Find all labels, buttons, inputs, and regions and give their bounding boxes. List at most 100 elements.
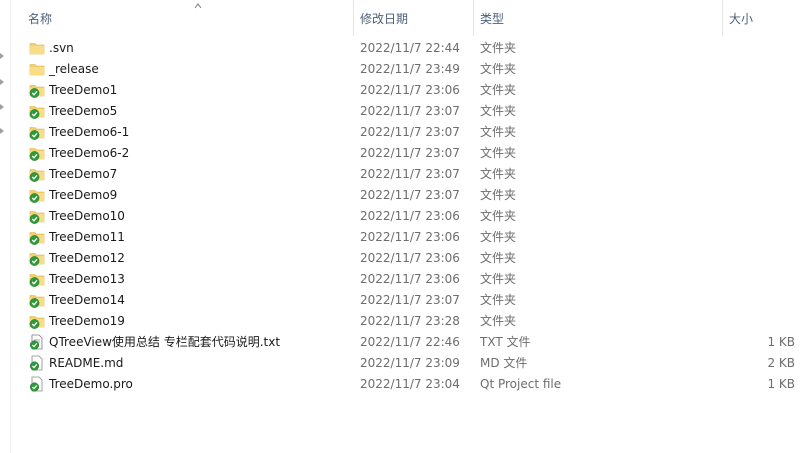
file-name: TreeDemo10	[49, 209, 125, 223]
file-type: Qt Project file	[480, 377, 562, 391]
svn-folder-icon	[29, 124, 45, 140]
file-type: 文件夹	[480, 272, 517, 286]
file-type: 文件夹	[480, 104, 517, 118]
file-type: 文件夹	[480, 41, 517, 55]
file-modified-date: 2022/11/7 23:07	[360, 104, 460, 118]
file-type: 文件夹	[480, 230, 517, 244]
file-row[interactable]: TreeDemo5 2022/11/7 23:07 文件夹	[11, 101, 812, 122]
file-modified-date: 2022/11/7 23:28	[360, 314, 460, 328]
file-modified-date: 2022/11/7 23:07	[360, 293, 460, 307]
file-row[interactable]: TreeDemo7 2022/11/7 23:07 文件夹	[11, 164, 812, 185]
svn-folder-icon	[29, 166, 45, 182]
column-header-bar: 名称 修改日期 类型 大小	[11, 0, 812, 36]
file-row[interactable]: TreeDemo10 2022/11/7 23:06 文件夹	[11, 206, 812, 227]
file-name: TreeDemo11	[49, 230, 125, 244]
file-modified-date: 2022/11/7 23:06	[360, 209, 460, 223]
svn-folder-icon	[29, 229, 45, 245]
file-row[interactable]: .svn 2022/11/7 22:44 文件夹	[11, 38, 812, 59]
file-row[interactable]: TreeDemo19 2022/11/7 23:28 文件夹	[11, 311, 812, 332]
file-name: _release	[49, 62, 99, 76]
file-type: 文件夹	[480, 146, 517, 160]
file-size: 1 KB	[767, 377, 795, 391]
text-file-icon	[29, 334, 45, 350]
file-row[interactable]: TreeDemo14 2022/11/7 23:07 文件夹	[11, 290, 812, 311]
svn-folder-icon	[29, 292, 45, 308]
file-modified-date: 2022/11/7 23:07	[360, 146, 460, 160]
file-modified-date: 2022/11/7 23:06	[360, 230, 460, 244]
file-row[interactable]: TreeDemo9 2022/11/7 23:07 文件夹	[11, 185, 812, 206]
file-modified-date: 2022/11/7 23:09	[360, 356, 460, 370]
column-divider[interactable]	[722, 0, 723, 36]
svn-folder-icon	[29, 250, 45, 266]
file-name: QTreeView使用总结 专栏配套代码说明.txt	[49, 335, 281, 349]
file-name: TreeDemo9	[49, 188, 118, 202]
column-header-date[interactable]: 修改日期	[360, 0, 470, 36]
folder-icon	[29, 40, 45, 56]
folder-icon	[29, 61, 45, 77]
file-type: 文件夹	[480, 83, 517, 97]
expand-arrow-icon[interactable]	[0, 128, 4, 134]
file-modified-date: 2022/11/7 23:06	[360, 83, 460, 97]
file-name: TreeDemo1	[49, 83, 118, 97]
file-size: 1 KB	[767, 335, 795, 349]
file-type: TXT 文件	[480, 335, 531, 349]
file-row[interactable]: TreeDemo6-1 2022/11/7 23:07 文件夹	[11, 122, 812, 143]
file-row[interactable]: TreeDemo11 2022/11/7 23:06 文件夹	[11, 227, 812, 248]
file-row[interactable]: QTreeView使用总结 专栏配套代码说明.txt 2022/11/7 22:4…	[11, 332, 812, 353]
qt-project-file-icon	[29, 376, 45, 392]
file-type: MD 文件	[480, 356, 528, 370]
column-header-type[interactable]: 类型	[480, 0, 720, 36]
expand-arrow-icon[interactable]	[0, 53, 4, 59]
file-type: 文件夹	[480, 209, 517, 223]
file-name: TreeDemo19	[49, 314, 125, 328]
column-divider[interactable]	[473, 0, 474, 36]
file-modified-date: 2022/11/7 23:06	[360, 251, 460, 265]
markdown-file-icon	[29, 355, 45, 371]
file-row[interactable]: TreeDemo12 2022/11/7 23:06 文件夹	[11, 248, 812, 269]
expand-arrow-icon[interactable]	[0, 79, 4, 85]
svn-folder-icon	[29, 208, 45, 224]
file-name: TreeDemo14	[49, 293, 125, 307]
file-row[interactable]: _release 2022/11/7 23:49 文件夹	[11, 59, 812, 80]
file-name: TreeDemo12	[49, 251, 125, 265]
column-header-size[interactable]: 大小	[729, 0, 809, 36]
file-modified-date: 2022/11/7 23:06	[360, 272, 460, 286]
file-type: 文件夹	[480, 188, 517, 202]
file-type: 文件夹	[480, 314, 517, 328]
file-modified-date: 2022/11/7 23:04	[360, 377, 460, 391]
file-name: README.md	[49, 356, 124, 370]
file-type: 文件夹	[480, 62, 517, 76]
file-name: .svn	[49, 41, 74, 55]
file-name: TreeDemo13	[49, 272, 125, 286]
file-name: TreeDemo7	[49, 167, 118, 181]
file-type: 文件夹	[480, 167, 517, 181]
expand-arrow-icon[interactable]	[0, 104, 4, 110]
file-type: 文件夹	[480, 293, 517, 307]
file-modified-date: 2022/11/7 23:07	[360, 125, 460, 139]
file-type: 文件夹	[480, 125, 517, 139]
file-modified-date: 2022/11/7 22:44	[360, 41, 460, 55]
svn-folder-icon	[29, 187, 45, 203]
file-name: TreeDemo5	[49, 104, 118, 118]
svn-folder-icon	[29, 82, 45, 98]
column-divider[interactable]	[353, 0, 354, 36]
file-name: TreeDemo.pro	[49, 377, 133, 391]
svn-folder-icon	[29, 313, 45, 329]
file-name: TreeDemo6-2	[49, 146, 130, 160]
file-row[interactable]: TreeDemo13 2022/11/7 23:06 文件夹	[11, 269, 812, 290]
column-header-name[interactable]: 名称	[28, 0, 348, 36]
svn-folder-icon	[29, 271, 45, 287]
file-type: 文件夹	[480, 251, 517, 265]
svn-folder-icon	[29, 103, 45, 119]
file-modified-date: 2022/11/7 22:46	[360, 335, 460, 349]
file-size: 2 KB	[767, 356, 795, 370]
file-row[interactable]: TreeDemo1 2022/11/7 23:06 文件夹	[11, 80, 812, 101]
file-modified-date: 2022/11/7 23:07	[360, 167, 460, 181]
file-modified-date: 2022/11/7 23:07	[360, 188, 460, 202]
svn-folder-icon	[29, 145, 45, 161]
file-row[interactable]: TreeDemo.pro 2022/11/7 23:04 Qt Project fi…	[11, 374, 812, 395]
file-row[interactable]: README.md 2022/11/7 23:09 MD 文件 2 KB	[11, 353, 812, 374]
file-row[interactable]: TreeDemo6-2 2022/11/7 23:07 文件夹	[11, 143, 812, 164]
file-modified-date: 2022/11/7 23:49	[360, 62, 460, 76]
file-name: TreeDemo6-1	[49, 125, 130, 139]
